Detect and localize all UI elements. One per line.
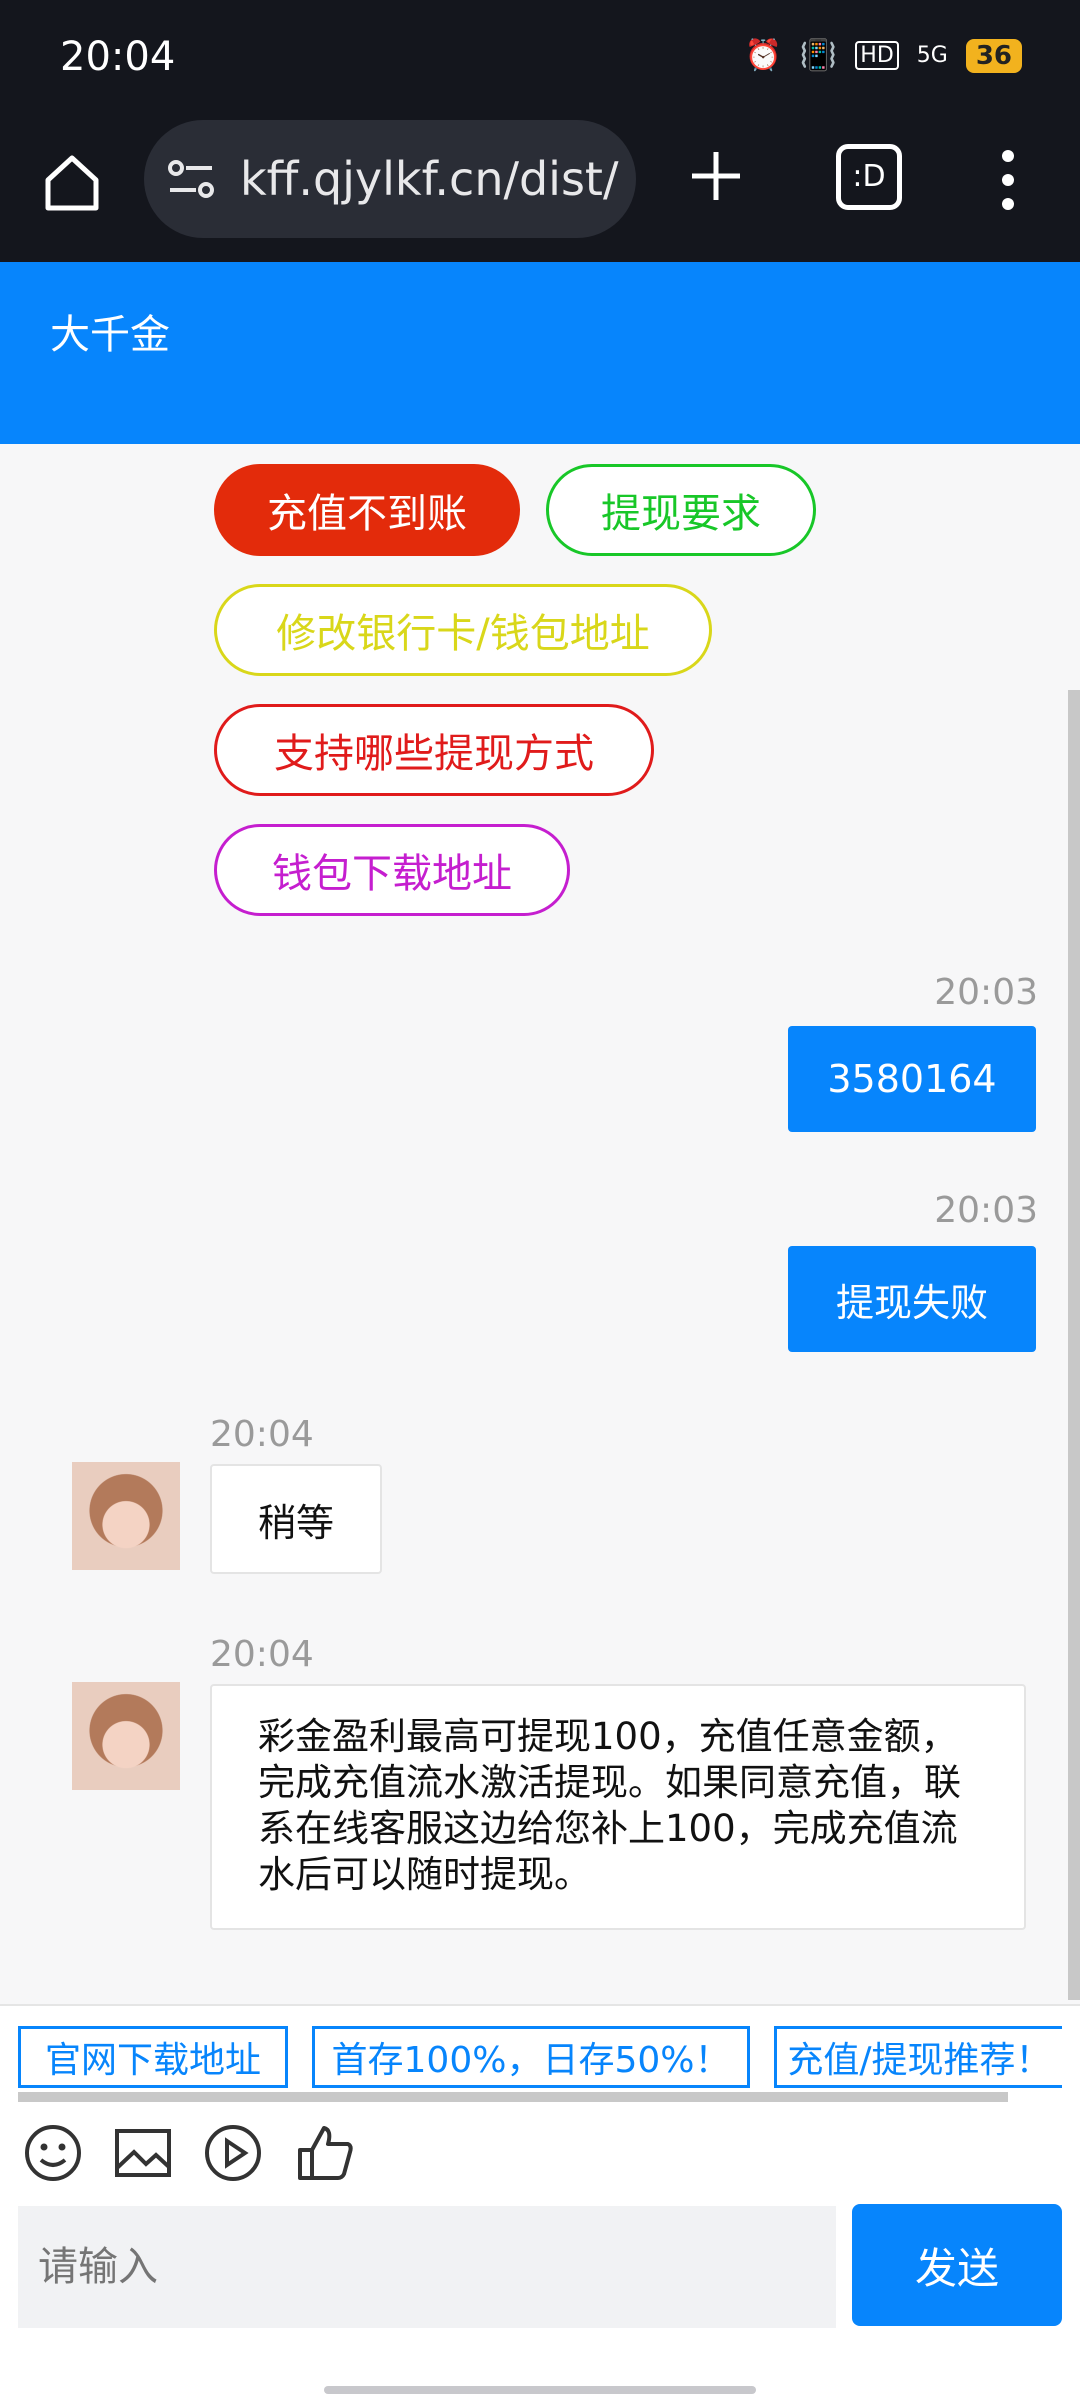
agent-message-bubble: 稍等 [210,1464,382,1574]
quick-reply-label: 修改银行卡/钱包地址 [276,611,650,657]
agent-message-text: 稍等 [257,1500,334,1545]
composer: 发送 [0,2200,1080,2400]
quick-reply-label: 充值不到账 [267,491,467,537]
status-time: 20:04 [60,34,176,80]
link-first-deposit-bonus[interactable]: 首存100%，日存50%！ [312,2026,750,2088]
emoji-icon[interactable] [22,2122,84,2184]
browser-toolbar: kff.qjylkf.cn/dist/c :D [0,120,1080,262]
chat-area[interactable]: 充值不到账 提现要求 修改银行卡/钱包地址 支持哪些提现方式 钱包下载地址 20… [0,444,1080,2004]
hd-icon: HD [855,41,899,70]
quick-reply-wallet-download[interactable]: 钱包下载地址 [214,824,570,916]
status-icons: ⏰ 📳 HD 5G 36 [745,38,1022,73]
input-tools [0,2104,1080,2200]
tab-switcher-button[interactable]: :D [836,144,902,210]
horizontal-scrollbar[interactable] [18,2092,1008,2102]
agent-avatar [72,1462,180,1570]
signal-icon: 5G [916,43,948,68]
page-title: 大千金 [50,312,170,358]
quick-reply-change-bank-card[interactable]: 修改银行卡/钱包地址 [214,584,712,676]
scrollbar[interactable] [1068,690,1080,2000]
thumbs-up-icon[interactable] [294,2122,356,2184]
site-settings-icon[interactable] [166,158,216,202]
message-timestamp: 20:04 [210,1414,314,1455]
gesture-bar[interactable] [324,2386,756,2394]
agent-message-text: 彩金盈利最高可提现100，充值任意金额，完成充值流水激活提现。如果同意充值，联系… [258,1715,961,1896]
quick-reply-withdraw-methods[interactable]: 支持哪些提现方式 [214,704,654,796]
battery-icon: 36 [965,38,1022,73]
message-timestamp: 20:04 [210,1634,314,1675]
user-message-bubble: 3580164 [788,1026,1036,1132]
agent-avatar [72,1682,180,1790]
message-timestamp: 20:03 [934,1190,1038,1231]
link-recharge-withdraw-recommend[interactable]: 充值/提现推荐！ [774,2026,1062,2088]
link-official-download[interactable]: 官网下载地址 [18,2026,288,2088]
alarm-icon: ⏰ [744,38,782,73]
message-input[interactable] [18,2206,836,2328]
user-message-bubble: 提现失败 [788,1246,1036,1352]
image-icon[interactable] [112,2122,174,2184]
send-button[interactable]: 发送 [852,2204,1062,2326]
quick-reply-label: 钱包下载地址 [272,851,512,897]
status-bar: 20:04 ⏰ 📳 HD 5G 36 [0,0,1080,120]
new-tab-icon[interactable] [686,146,746,206]
agent-message-bubble: 彩金盈利最高可提现100，充值任意金额，完成充值流水激活提现。如果同意充值，联系… [210,1684,1026,1930]
home-icon[interactable] [40,150,104,214]
quick-reply-label: 支持哪些提现方式 [274,731,594,777]
quick-link-bar: 官网下载地址 首存100%，日存50%！ 充值/提现推荐！ [0,2004,1080,2106]
chat-header: 大千金 [0,262,1080,444]
quick-reply-label: 提现要求 [601,491,761,537]
quick-reply-recharge-not-received[interactable]: 充值不到账 [214,464,520,556]
message-timestamp: 20:03 [934,972,1038,1013]
address-bar[interactable]: kff.qjylkf.cn/dist/c [144,120,636,238]
more-menu-icon[interactable] [996,150,1020,210]
video-icon[interactable] [202,2122,264,2184]
url-text: kff.qjylkf.cn/dist/c [240,152,620,206]
quick-reply-withdraw-requirements[interactable]: 提现要求 [546,464,816,556]
vibrate-icon: 📳 [799,38,838,73]
